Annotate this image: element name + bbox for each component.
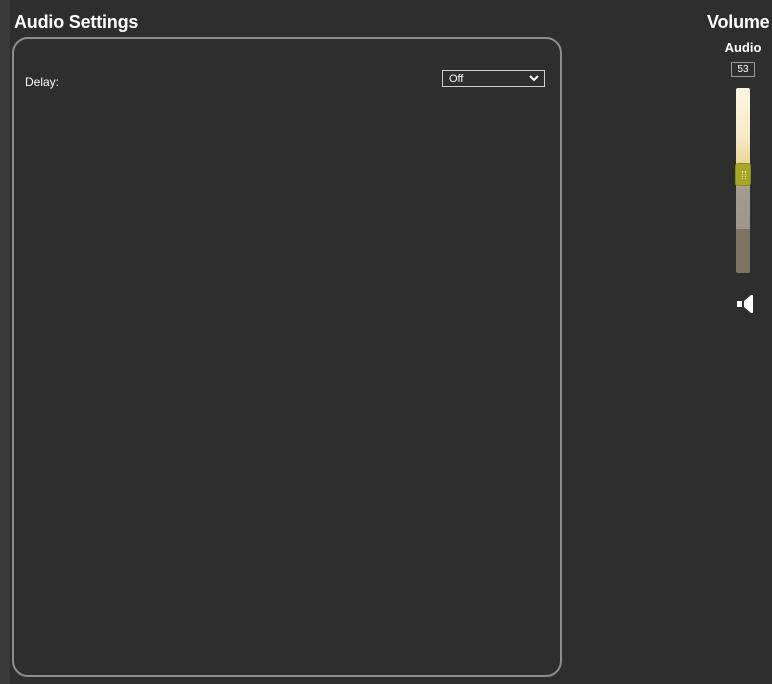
audio-channel-label: Audio bbox=[724, 40, 762, 55]
delay-select[interactable]: Off bbox=[442, 70, 545, 87]
delay-label: Delay: bbox=[25, 75, 60, 89]
chevron-down-icon bbox=[529, 75, 539, 82]
volume-title: Volume bbox=[707, 12, 770, 32]
page-title: Audio Settings bbox=[14, 12, 139, 32]
slider-grip-icon bbox=[742, 171, 746, 179]
volume-value-box: 53 bbox=[731, 62, 755, 77]
audio-settings-panel bbox=[12, 37, 562, 677]
delay-select-value: Off bbox=[449, 73, 464, 85]
volume-slider-thumb[interactable] bbox=[735, 163, 751, 186]
volume-slider-lower-fill bbox=[736, 228, 750, 273]
speaker-icon[interactable] bbox=[736, 294, 756, 314]
left-edge-strip bbox=[0, 0, 10, 684]
